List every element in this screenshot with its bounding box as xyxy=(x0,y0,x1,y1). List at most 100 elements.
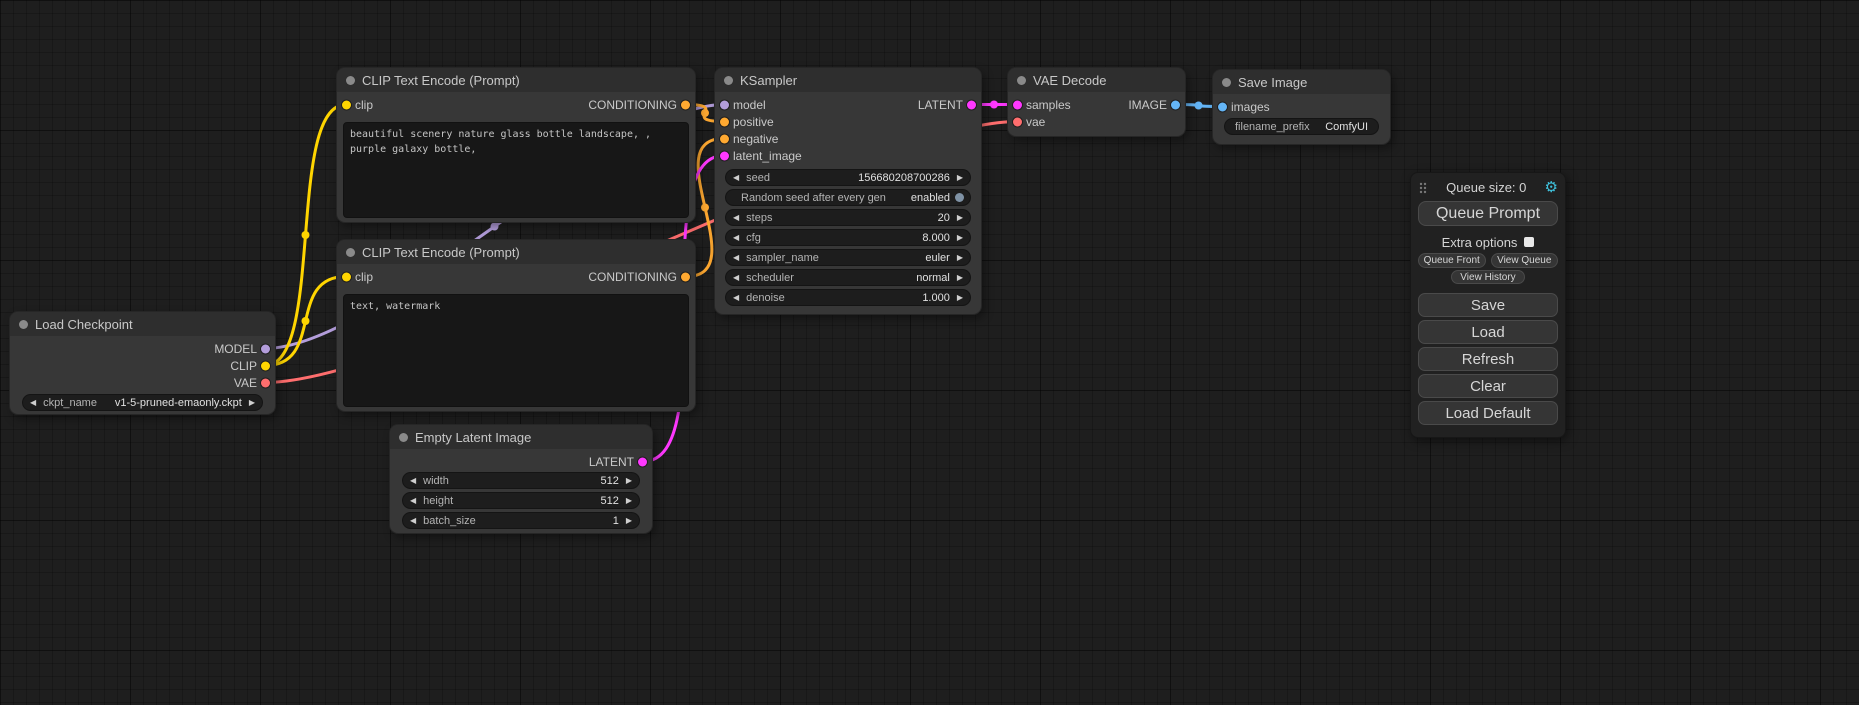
increment-arrow-icon[interactable]: ▶ xyxy=(955,294,965,302)
increment-arrow-icon[interactable]: ▶ xyxy=(955,174,965,182)
vae-input-dot[interactable] xyxy=(1013,117,1022,126)
decrement-arrow-icon[interactable]: ◀ xyxy=(408,497,418,505)
refresh-button[interactable]: Refresh xyxy=(1418,347,1558,371)
positive-input-dot[interactable] xyxy=(720,117,729,126)
collapse-icon[interactable] xyxy=(724,76,733,85)
node-header[interactable]: Empty Latent Image xyxy=(390,425,652,449)
widget-value: ComfyUI xyxy=(1325,121,1368,133)
height-widget[interactable]: ◀ height 512 ▶ xyxy=(402,492,640,509)
model-output-dot[interactable] xyxy=(261,344,270,353)
node-header[interactable]: VAE Decode xyxy=(1008,68,1185,92)
drag-handle-icon[interactable] xyxy=(1418,181,1428,195)
decrement-arrow-icon[interactable]: ◀ xyxy=(731,174,741,182)
node-vae-decode[interactable]: VAE Decode samples IMAGE vae xyxy=(1008,68,1185,136)
collapse-icon[interactable] xyxy=(19,320,28,329)
vae-input-label: vae xyxy=(1026,115,1045,129)
decrement-arrow-icon[interactable]: ◀ xyxy=(731,214,741,222)
decrement-arrow-icon[interactable]: ◀ xyxy=(731,234,741,242)
collapse-icon[interactable] xyxy=(399,433,408,442)
decrement-arrow-icon[interactable]: ◀ xyxy=(731,294,741,302)
node-load-checkpoint[interactable]: Load Checkpoint MODEL CLIP VAE ◀ ckpt_na… xyxy=(10,312,275,414)
increment-arrow-icon[interactable]: ▶ xyxy=(624,517,634,525)
widget-label: denoise xyxy=(746,292,785,304)
positive-prompt-textarea[interactable]: beautiful scenery nature glass bottle la… xyxy=(343,122,689,218)
slot-row: clip CONDITIONING xyxy=(337,268,695,285)
negative-prompt-textarea[interactable]: text, watermark xyxy=(343,294,689,407)
conditioning-output-dot[interactable] xyxy=(681,100,690,109)
clip-output-dot[interactable] xyxy=(261,361,270,370)
extra-options-checkbox[interactable] xyxy=(1524,237,1534,247)
sampler-name-widget[interactable]: ◀ sampler_name euler ▶ xyxy=(725,249,971,266)
batch-size-widget[interactable]: ◀ batch_size 1 ▶ xyxy=(402,512,640,529)
vae-output-dot[interactable] xyxy=(261,378,270,387)
queue-front-button[interactable]: Queue Front xyxy=(1418,253,1486,268)
samples-input-dot[interactable] xyxy=(1013,100,1022,109)
node-header[interactable]: CLIP Text Encode (Prompt) xyxy=(337,240,695,264)
width-widget[interactable]: ◀ width 512 ▶ xyxy=(402,472,640,489)
collapse-icon[interactable] xyxy=(346,248,355,257)
load-button[interactable]: Load xyxy=(1418,320,1558,344)
increment-arrow-icon[interactable]: ▶ xyxy=(624,497,634,505)
settings-gear-icon[interactable]: ⚙ xyxy=(1545,180,1558,195)
clip-input-dot[interactable] xyxy=(342,100,351,109)
clip-input-label: clip xyxy=(355,270,373,284)
seed-widget[interactable]: ◀ seed 156680208700286 ▶ xyxy=(725,169,971,186)
denoise-widget[interactable]: ◀ denoise 1.000 ▶ xyxy=(725,289,971,306)
slot-row: clip CONDITIONING xyxy=(337,96,695,113)
random-seed-toggle-widget[interactable]: Random seed after every gen enabled xyxy=(725,189,971,206)
latent-output-dot[interactable] xyxy=(638,457,647,466)
save-button[interactable]: Save xyxy=(1418,293,1558,317)
negative-input-dot[interactable] xyxy=(720,134,729,143)
increment-arrow-icon[interactable]: ▶ xyxy=(955,254,965,262)
increment-arrow-icon[interactable]: ▶ xyxy=(955,274,965,282)
decrement-arrow-icon[interactable]: ◀ xyxy=(28,399,38,407)
image-output-dot[interactable] xyxy=(1171,100,1180,109)
view-history-button[interactable]: View History xyxy=(1451,270,1525,284)
decrement-arrow-icon[interactable]: ◀ xyxy=(408,517,418,525)
increment-arrow-icon[interactable]: ▶ xyxy=(955,214,965,222)
node-header[interactable]: Load Checkpoint xyxy=(10,312,275,336)
widget-label: seed xyxy=(746,172,770,184)
load-default-button[interactable]: Load Default xyxy=(1418,401,1558,425)
latent-output-label: LATENT xyxy=(589,455,634,469)
toggle-dot-icon[interactable] xyxy=(955,193,964,202)
latent-image-input-dot[interactable] xyxy=(720,151,729,160)
model-input-dot[interactable] xyxy=(720,100,729,109)
filename-prefix-widget[interactable]: filename_prefix ComfyUI xyxy=(1224,118,1379,135)
conditioning-output-dot[interactable] xyxy=(681,272,690,281)
steps-widget[interactable]: ◀ steps 20 ▶ xyxy=(725,209,971,226)
latent-output-dot[interactable] xyxy=(967,100,976,109)
images-input-label: images xyxy=(1231,100,1270,114)
increment-arrow-icon[interactable]: ▶ xyxy=(955,234,965,242)
clip-input-dot[interactable] xyxy=(342,272,351,281)
node-header[interactable]: CLIP Text Encode (Prompt) xyxy=(337,68,695,92)
node-clip-text-encode-positive[interactable]: CLIP Text Encode (Prompt) clip CONDITION… xyxy=(337,68,695,222)
increment-arrow-icon[interactable]: ▶ xyxy=(247,399,257,407)
decrement-arrow-icon[interactable]: ◀ xyxy=(731,274,741,282)
collapse-icon[interactable] xyxy=(346,76,355,85)
node-ksampler[interactable]: KSampler model LATENT positive negative … xyxy=(715,68,981,314)
decrement-arrow-icon[interactable]: ◀ xyxy=(731,254,741,262)
decrement-arrow-icon[interactable]: ◀ xyxy=(408,477,418,485)
clear-button[interactable]: Clear xyxy=(1418,374,1558,398)
graph-canvas[interactable]: Load Checkpoint MODEL CLIP VAE ◀ ckpt_na… xyxy=(0,0,1859,705)
collapse-icon[interactable] xyxy=(1222,78,1231,87)
cfg-widget[interactable]: ◀ cfg 8.000 ▶ xyxy=(725,229,971,246)
conditioning-output-label: CONDITIONING xyxy=(588,98,677,112)
node-title: Save Image xyxy=(1238,75,1307,90)
view-queue-button[interactable]: View Queue xyxy=(1491,253,1559,268)
image-output-label: IMAGE xyxy=(1128,98,1167,112)
scheduler-widget[interactable]: ◀ scheduler normal ▶ xyxy=(725,269,971,286)
ckpt-name-widget[interactable]: ◀ ckpt_name v1-5-pruned-emaonly.ckpt ▶ xyxy=(22,394,263,411)
node-clip-text-encode-negative[interactable]: CLIP Text Encode (Prompt) clip CONDITION… xyxy=(337,240,695,411)
node-header[interactable]: KSampler xyxy=(715,68,981,92)
queue-prompt-button[interactable]: Queue Prompt xyxy=(1418,201,1558,226)
model-input-label: model xyxy=(733,98,766,112)
node-save-image[interactable]: Save Image images filename_prefix ComfyU… xyxy=(1213,70,1390,144)
latent-image-input-label: latent_image xyxy=(733,149,802,163)
images-input-dot[interactable] xyxy=(1218,102,1227,111)
node-empty-latent-image[interactable]: Empty Latent Image LATENT ◀ width 512 ▶ … xyxy=(390,425,652,533)
collapse-icon[interactable] xyxy=(1017,76,1026,85)
increment-arrow-icon[interactable]: ▶ xyxy=(624,477,634,485)
node-header[interactable]: Save Image xyxy=(1213,70,1390,94)
